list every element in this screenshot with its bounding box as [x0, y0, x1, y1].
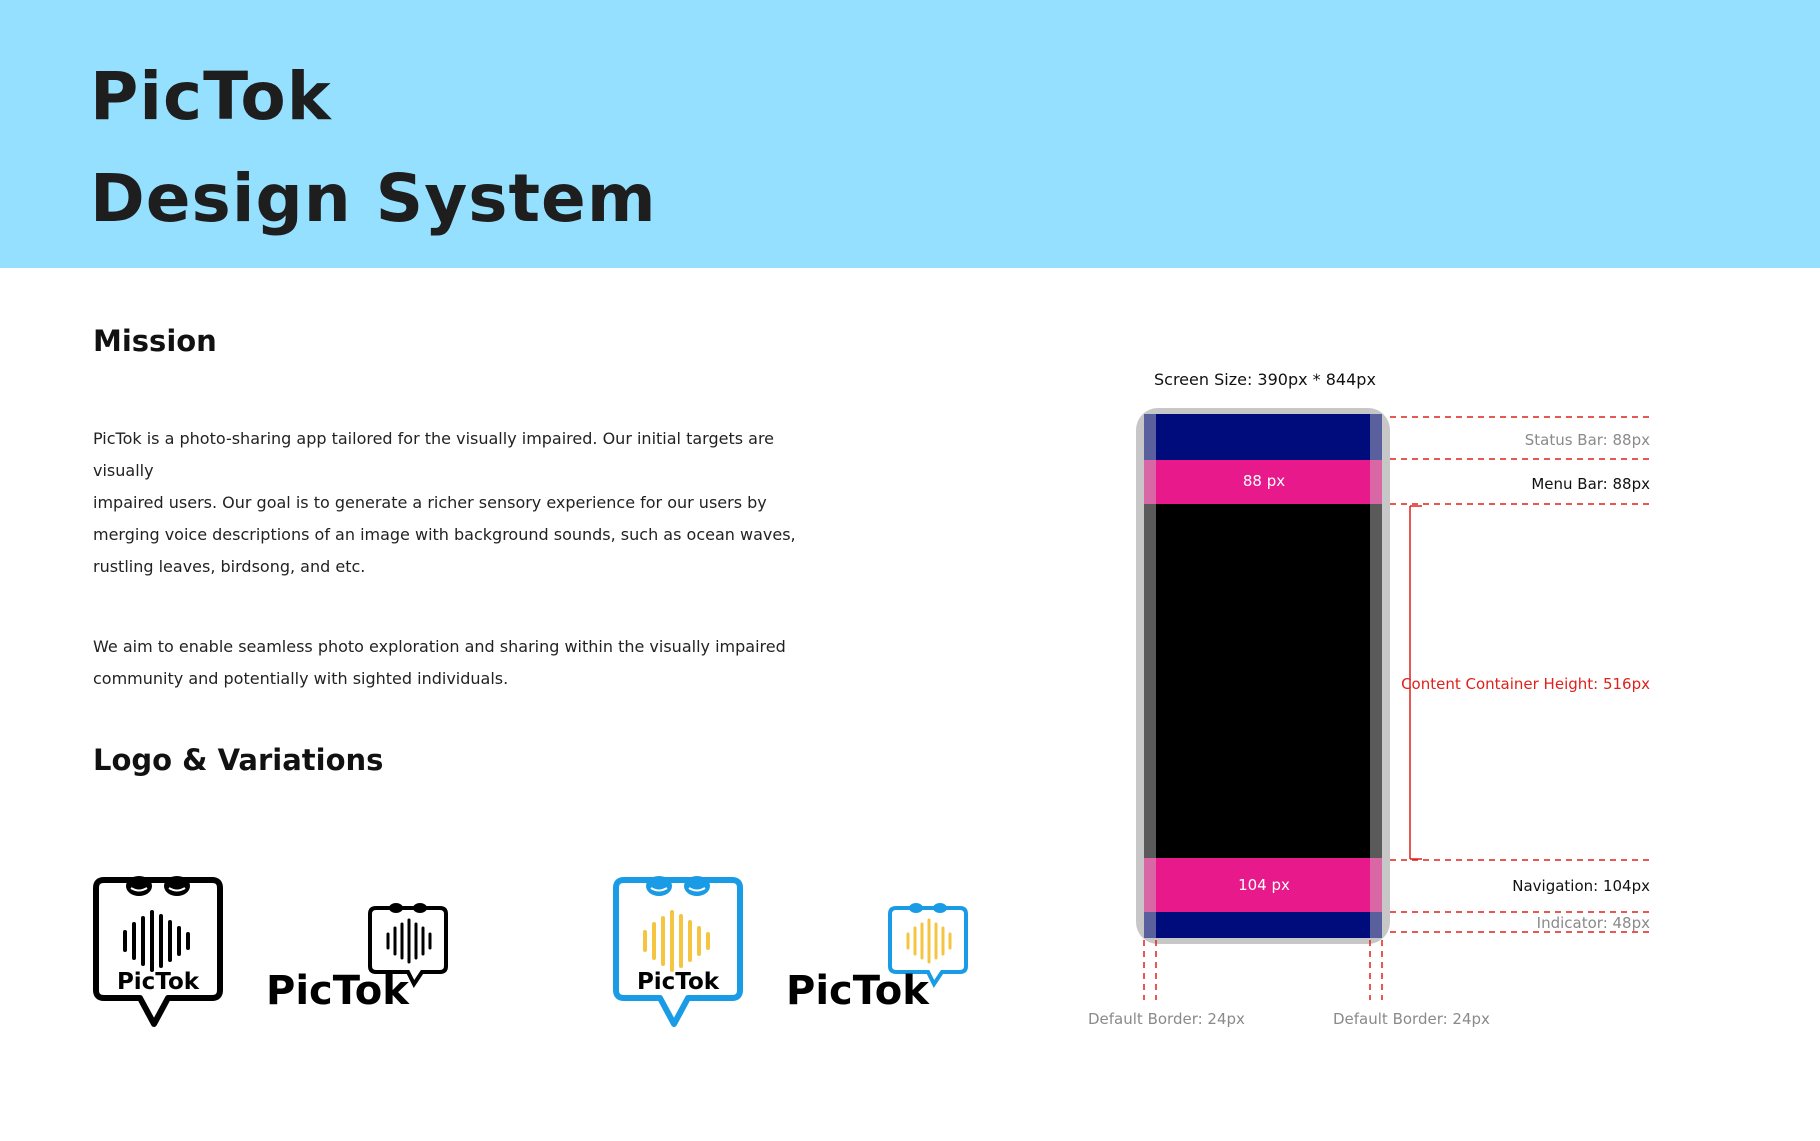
- logo-wordmark: PicTok: [637, 969, 720, 995]
- mission-p1-line: impaired users. Our goal is to generate …: [93, 493, 767, 512]
- mission-p2-line: community and potentially with sighted i…: [93, 669, 509, 688]
- mission-p1-line: rustling leaves, birdsong, and etc.: [93, 557, 366, 576]
- logo-wordmark: PicTok: [786, 968, 930, 1012]
- logo-horizontal-blue: PicTok: [786, 903, 968, 1012]
- content-area: [1144, 504, 1382, 858]
- indicator-label: Indicator: 48px: [1536, 914, 1650, 932]
- status-bar-label: Status Bar: 88px: [1524, 431, 1650, 449]
- mission-p1-line: PicTok is a photo-sharing app tailored f…: [93, 429, 775, 480]
- mission-p1-line: merging voice descriptions of an image w…: [93, 525, 796, 544]
- menu-bar-label: Menu Bar: 88px: [1531, 475, 1650, 493]
- navigation-height-label: 104 px: [1238, 876, 1290, 894]
- content-container-label: Content Container Height: 516px: [1401, 675, 1650, 693]
- logo-wordmark: PicTok: [266, 968, 410, 1012]
- screen-size-label: Screen Size: 390px * 844px: [1154, 370, 1376, 389]
- default-border-right-label: Default Border: 24px: [1333, 1010, 1490, 1028]
- header-banner: PicTok Design System: [0, 0, 1820, 268]
- mission-paragraph-1: PicTok is a photo-sharing app tailored f…: [93, 423, 813, 583]
- menu-bar-height-label: 88 px: [1242, 472, 1286, 490]
- logo-horizontal-black: PicTok: [266, 903, 448, 1012]
- mission-heading: Mission: [93, 324, 217, 358]
- navigation-label: Navigation: 104px: [1512, 877, 1650, 895]
- logo-icon-blue: PicTok: [613, 876, 743, 1027]
- right-border-overlay: [1370, 414, 1382, 938]
- page-subtitle: Design System: [90, 160, 657, 237]
- logo-wordmark: PicTok: [117, 969, 200, 995]
- left-border-overlay: [1144, 414, 1156, 938]
- mission-paragraph-2: We aim to enable seamless photo explorat…: [93, 631, 813, 695]
- indicator-area: [1144, 912, 1382, 938]
- page-title: PicTok: [90, 58, 332, 135]
- mission-p2-line: We aim to enable seamless photo explorat…: [93, 637, 786, 656]
- status-bar-area: [1144, 414, 1382, 460]
- logo-icon-black: PicTok: [93, 876, 223, 1027]
- screen-spec-diagram: [1136, 408, 1650, 1000]
- default-border-left-label: Default Border: 24px: [1088, 1010, 1245, 1028]
- logo-heading: Logo & Variations: [93, 743, 384, 777]
